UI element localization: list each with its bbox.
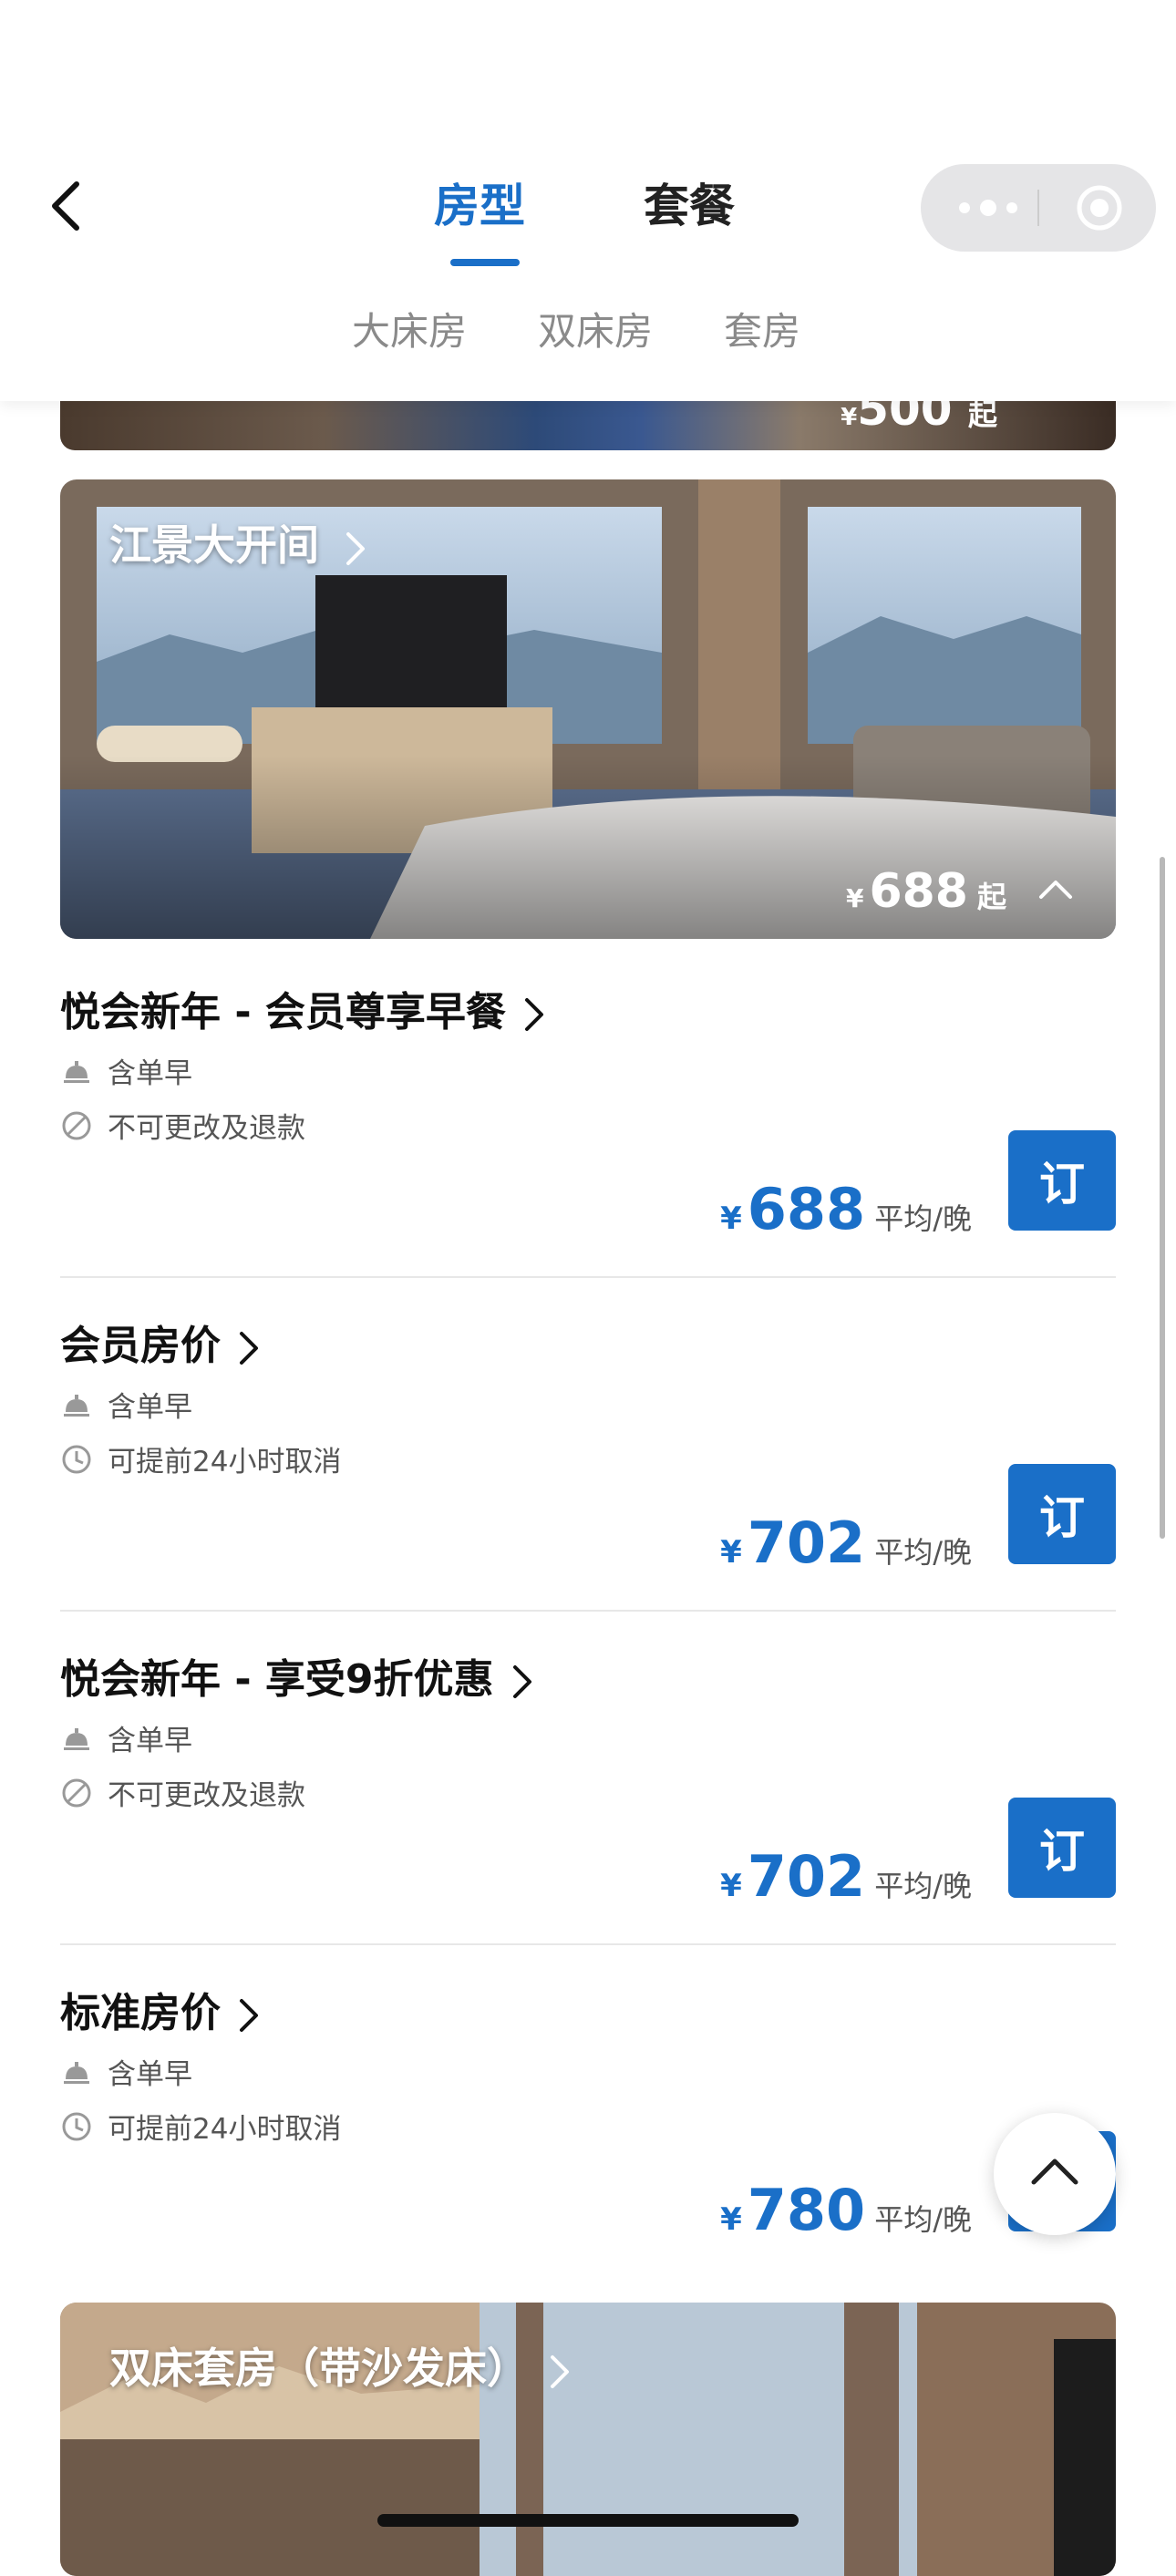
home-indicator xyxy=(377,2514,799,2527)
chevron-up-icon[interactable] xyxy=(1037,877,1074,901)
tab-room-type[interactable]: 房型 xyxy=(434,170,525,235)
rate-plan-row[interactable]: 会员房价 含单早 可提前24小时取消 ¥702 平均/晚 订 xyxy=(60,1276,1116,1612)
rate-price: ¥780 平均/晚 xyxy=(720,2177,972,2243)
book-button[interactable]: 订 xyxy=(1008,1464,1116,1564)
chevron-up-icon xyxy=(1031,2159,1078,2185)
rate-plan-row[interactable]: 悦会新年 - 会员尊享早餐 含单早 不可更改及退款 ¥688 平均/晚 订 xyxy=(60,943,1116,1278)
subtab-suite[interactable]: 套房 xyxy=(724,301,800,356)
active-tab-indicator xyxy=(450,259,520,266)
top-nav-bar: 房型 套餐 大床房 双床房 套房 xyxy=(0,0,1176,401)
chevron-right-icon xyxy=(551,2354,570,2388)
service-bell-icon xyxy=(64,1394,89,1417)
room-title: 江景大开间 xyxy=(109,512,366,572)
back-arrow-icon[interactable] xyxy=(44,179,91,233)
breakfast-feature: 含单早 xyxy=(60,1050,192,1091)
book-button[interactable]: 订 xyxy=(1008,1130,1116,1231)
subtab-twin-room[interactable]: 双床房 xyxy=(538,301,653,356)
chevron-right-icon xyxy=(524,998,543,1031)
rate-price: ¥702 平均/晚 xyxy=(720,1510,972,1576)
cancel-policy-feature: 不可更改及退款 xyxy=(60,1105,305,1146)
service-bell-icon xyxy=(64,1060,89,1083)
no-refund-icon xyxy=(62,1111,91,1139)
breakfast-feature: 含单早 xyxy=(60,1717,192,1758)
clock-icon xyxy=(62,2112,91,2140)
tab-package[interactable]: 套餐 xyxy=(644,170,735,235)
cancel-policy-feature: 可提前24小时取消 xyxy=(60,1438,341,1479)
breakfast-feature: 含单早 xyxy=(60,2051,192,2092)
no-refund-icon xyxy=(62,1778,91,1807)
rate-title[interactable]: 悦会新年 - 享受9折优惠 xyxy=(60,1646,534,1705)
breakfast-feature: 含单早 xyxy=(60,1384,192,1425)
chevron-right-icon xyxy=(346,531,366,565)
cancel-policy-feature: 不可更改及退款 xyxy=(60,1772,305,1813)
service-bell-icon xyxy=(64,2061,89,2084)
chevron-right-icon xyxy=(240,1999,258,2032)
close-target-icon[interactable] xyxy=(1074,182,1125,233)
back-to-top-button[interactable] xyxy=(994,2113,1116,2235)
chevron-right-icon xyxy=(512,1665,531,1698)
rate-price: ¥688 平均/晚 xyxy=(720,1176,972,1242)
clock-icon xyxy=(62,1445,91,1473)
rate-plan-row[interactable]: 标准房价 含单早 可提前24小时取消 ¥780平均/晚 订 xyxy=(60,1943,1116,2277)
mini-program-capsule xyxy=(921,164,1156,252)
cancel-policy-feature: 可提前24小时取消 xyxy=(60,2106,341,2147)
service-bell-icon xyxy=(64,1727,89,1750)
book-button[interactable]: 订 xyxy=(1008,1798,1116,1898)
chevron-right-icon xyxy=(240,1332,258,1365)
rate-title[interactable]: 标准房价 xyxy=(60,1980,261,2038)
room-card-twin-suite[interactable]: 双床套房（带沙发床） xyxy=(60,2303,1116,2576)
room-title: 双床套房（带沙发床） xyxy=(109,2335,571,2396)
rate-title[interactable]: 悦会新年 - 会员尊享早餐 xyxy=(60,979,546,1037)
room-card-river-view[interactable]: 江景大开间 ¥688 起 xyxy=(60,479,1116,939)
room-starting-price: ¥688 起 xyxy=(845,864,1006,919)
rate-plan-row[interactable]: 悦会新年 - 享受9折优惠 含单早 不可更改及退款 ¥702 平均/晚 订 xyxy=(60,1610,1116,1945)
rate-title[interactable]: 会员房价 xyxy=(60,1313,261,1371)
subtab-king-room[interactable]: 大床房 xyxy=(352,301,467,356)
more-dots-icon[interactable] xyxy=(954,191,1026,224)
capsule-divider xyxy=(1037,190,1039,226)
rate-price: ¥702 平均/晚 xyxy=(720,1843,972,1910)
scrollbar[interactable] xyxy=(1160,857,1165,1539)
